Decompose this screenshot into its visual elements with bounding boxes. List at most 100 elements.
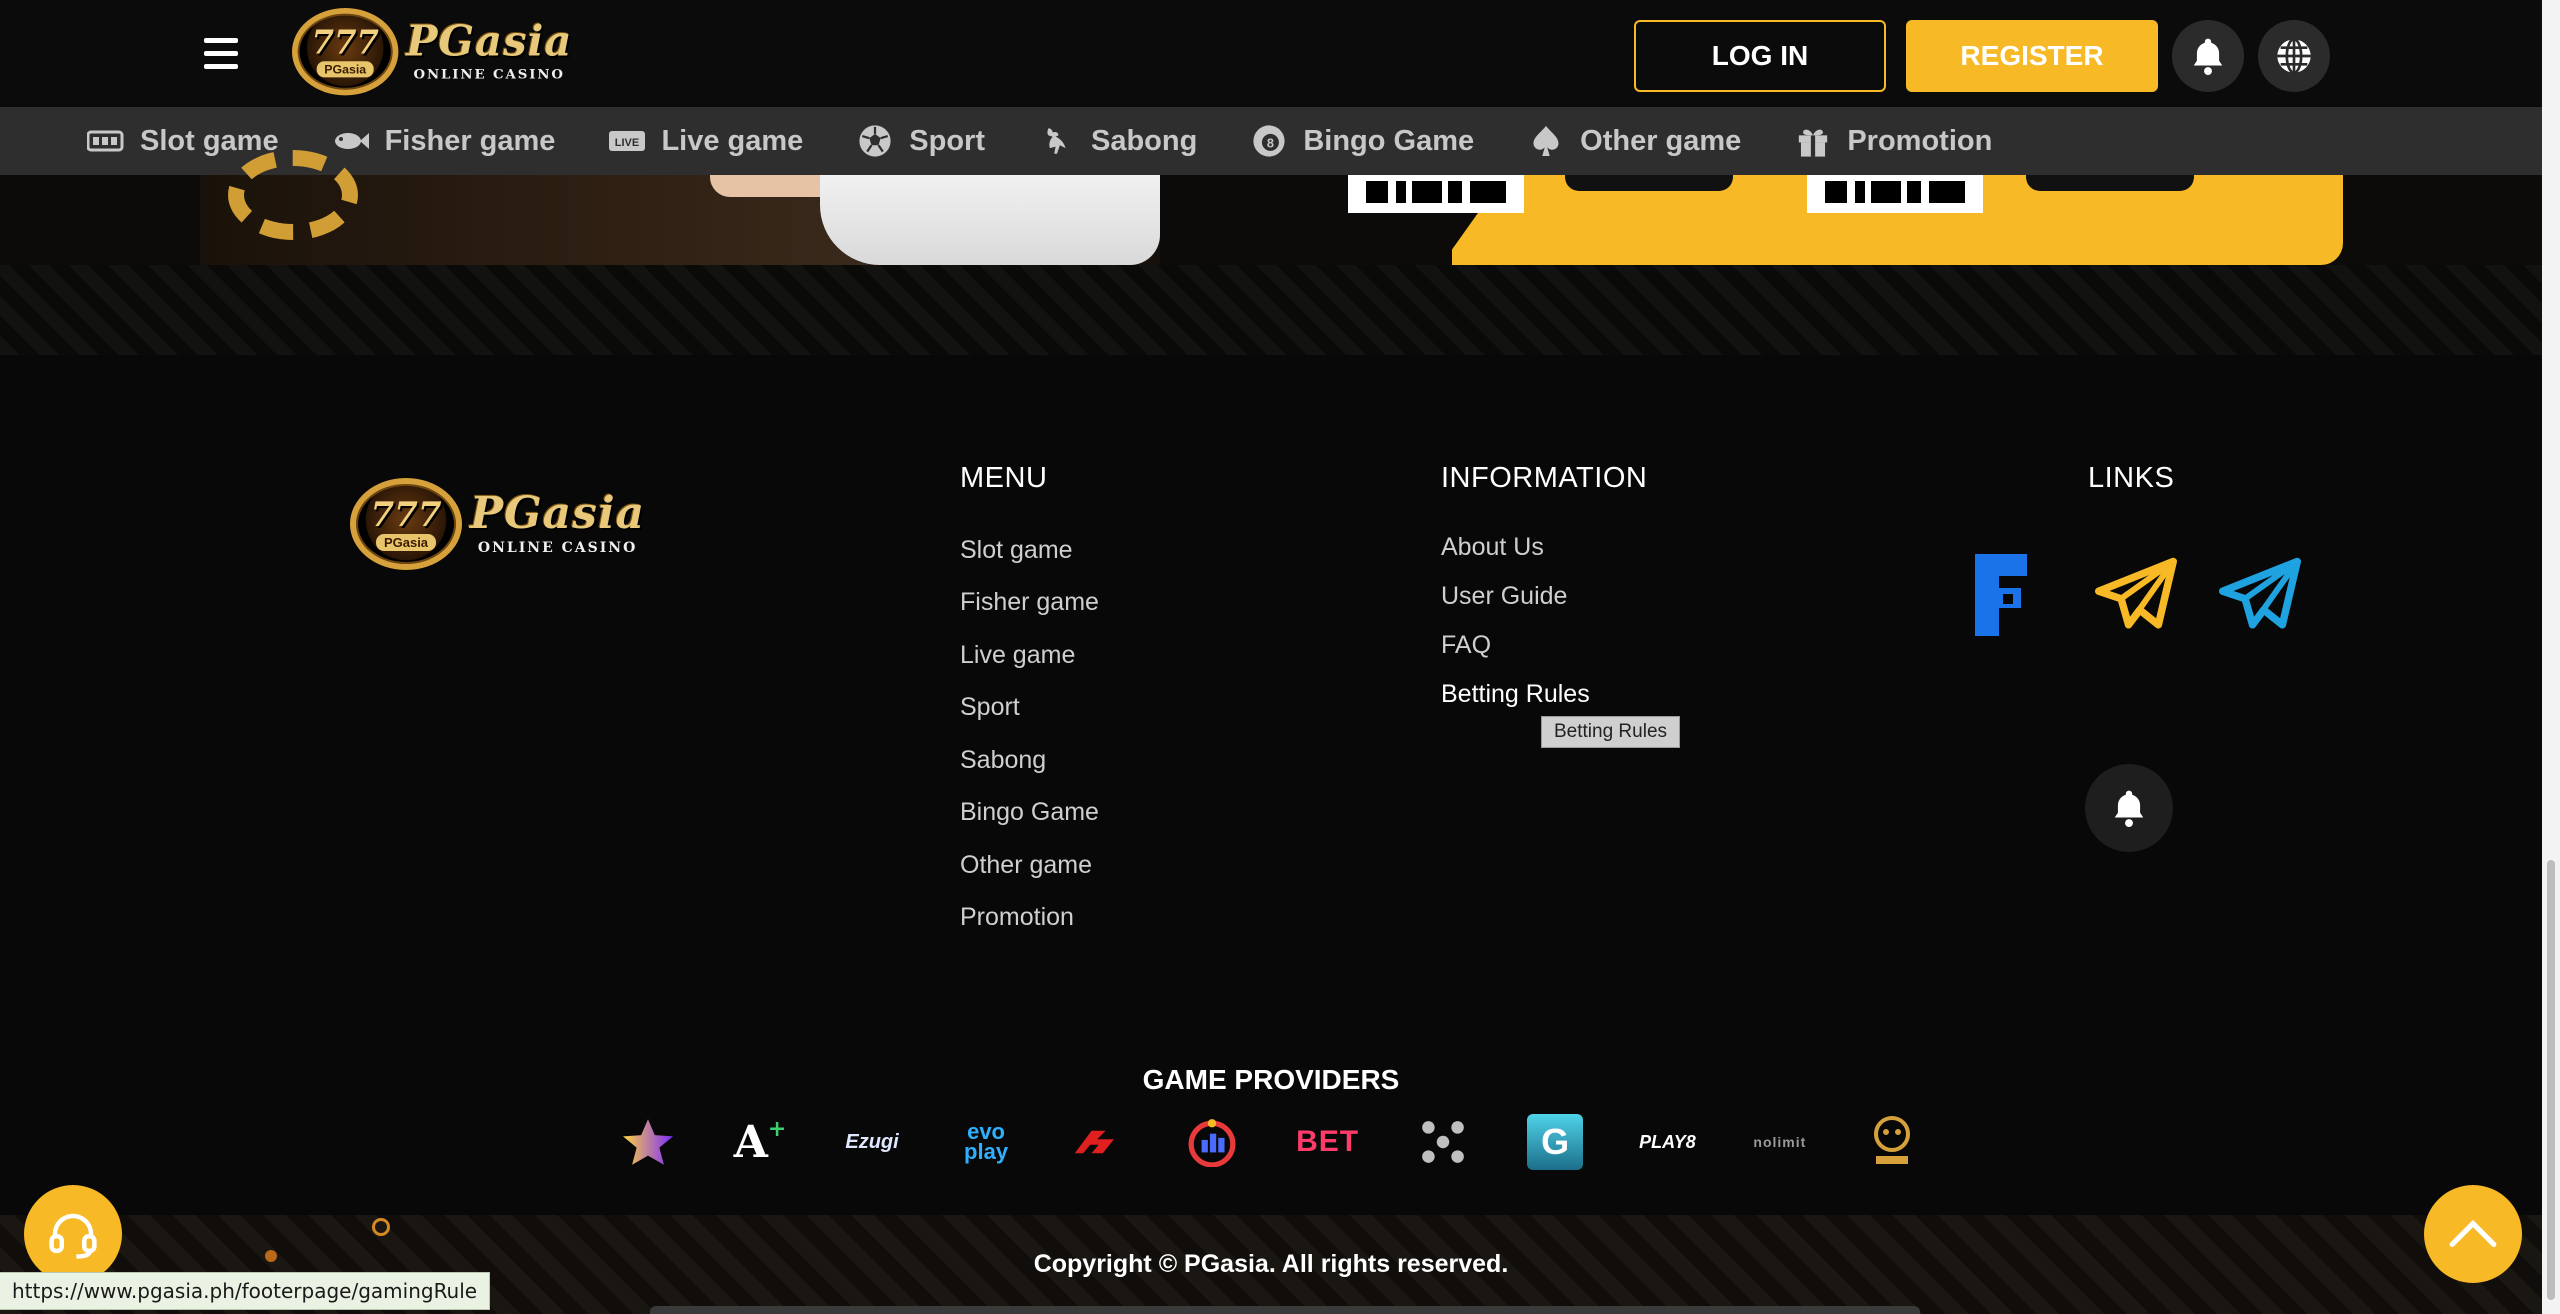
footer-link-fisher-game[interactable]: Fisher game bbox=[960, 588, 1099, 617]
globe-icon bbox=[2277, 38, 2311, 74]
betting-rules-tooltip: Betting Rules bbox=[1541, 716, 1681, 748]
rooster-icon bbox=[1037, 124, 1077, 158]
footer-link-live-game[interactable]: Live game bbox=[960, 641, 1075, 670]
nav-label: Bingo Game bbox=[1303, 124, 1475, 157]
footer-link-about-us[interactable]: About Us bbox=[1441, 533, 1544, 562]
footer-notification-button[interactable] bbox=[2085, 764, 2173, 852]
scrollbar-thumb[interactable] bbox=[2547, 860, 2555, 1300]
nav-item-live-game[interactable]: LIVE Live game bbox=[607, 124, 803, 158]
dots-logo[interactable] bbox=[1415, 1114, 1471, 1170]
a-plus-provider-logo[interactable]: A + bbox=[732, 1114, 788, 1170]
logo-badge: 777 PGasia bbox=[350, 478, 462, 570]
game-providers-list: A + Ezugi evo play BET G PLAY8 nolimit bbox=[620, 1112, 1920, 1172]
logo-badge-text: PGasia bbox=[316, 60, 374, 77]
bell-icon bbox=[2114, 790, 2144, 827]
svg-text:8: 8 bbox=[1267, 135, 1274, 150]
logo-badge: 777 PGasia bbox=[292, 8, 399, 96]
gift-icon bbox=[1793, 124, 1833, 158]
nav-item-fisher-game[interactable]: Fisher game bbox=[331, 124, 556, 158]
footer-link-betting-rules[interactable]: Betting Rules bbox=[1441, 680, 1590, 709]
scroll-to-top-button[interactable] bbox=[2424, 1185, 2522, 1283]
decorative-dot bbox=[372, 1218, 390, 1236]
language-globe-button[interactable] bbox=[2258, 20, 2330, 92]
nolimit-logo[interactable]: nolimit bbox=[1752, 1114, 1808, 1170]
live-icon: LIVE bbox=[607, 124, 647, 158]
logo-words: PGasia ONLINE CASINO bbox=[406, 21, 572, 82]
nav-label: Other game bbox=[1580, 124, 1742, 157]
footer-link-faq[interactable]: FAQ bbox=[1441, 631, 1491, 660]
spade-icon bbox=[1526, 124, 1566, 158]
nav-item-promotion[interactable]: Promotion bbox=[1793, 124, 1992, 158]
footer-link-promotion[interactable]: Promotion bbox=[960, 903, 1074, 932]
decorative-pattern bbox=[0, 265, 2542, 355]
footer-menu-title: MENU bbox=[960, 462, 1048, 494]
header-logo[interactable]: 777 PGasia PGasia ONLINE CASINO bbox=[292, 8, 572, 96]
play-store-button[interactable] bbox=[2026, 175, 2194, 191]
fb-games-logo[interactable] bbox=[1864, 1114, 1920, 1170]
logo-tagline: ONLINE CASINO bbox=[477, 540, 638, 556]
link-status-bar: https://www.pgasia.ph/footerpage/gamingR… bbox=[0, 1272, 491, 1310]
nav-item-bingo-game[interactable]: 8 Bingo Game bbox=[1249, 124, 1474, 158]
evoplay-logo[interactable]: evo play bbox=[956, 1114, 1016, 1170]
footer-logo[interactable]: 777 PGasia PGasia ONLINE CASINO bbox=[350, 478, 645, 570]
provider-text: A bbox=[733, 1116, 768, 1168]
logo-brand: PGasia bbox=[406, 17, 573, 66]
bottom-edge bbox=[650, 1306, 1920, 1314]
footer-link-user-guide[interactable]: User Guide bbox=[1441, 582, 1567, 611]
game-providers-title: GAME PROVIDERS bbox=[1142, 1064, 1400, 1095]
category-nav: Slot game Fisher game LIVE Live game Spo… bbox=[0, 107, 2542, 175]
qr-code-image bbox=[1807, 175, 1983, 213]
footer-links-title: LINKS bbox=[2088, 462, 2175, 494]
betconstruct-logo[interactable]: BET bbox=[1296, 1114, 1359, 1170]
social-link-telegram-yellow[interactable] bbox=[2090, 550, 2182, 640]
social-link-f[interactable] bbox=[1966, 550, 2036, 640]
footer-link-slot-game[interactable]: Slot game bbox=[960, 536, 1073, 565]
play8-logo[interactable]: PLAY8 bbox=[1639, 1114, 1696, 1170]
register-button[interactable]: REGISTER bbox=[1906, 20, 2158, 92]
soccer-ball-icon bbox=[855, 124, 895, 158]
logo-words: PGasia ONLINE CASINO bbox=[470, 488, 646, 557]
fish-icon bbox=[331, 124, 371, 158]
app-store-button[interactable] bbox=[1565, 175, 1733, 191]
bell-icon bbox=[2193, 38, 2223, 75]
nav-item-other-game[interactable]: Other game bbox=[1526, 124, 1741, 158]
headset-icon bbox=[49, 1213, 97, 1259]
telegram-outline-blue-icon bbox=[2219, 557, 2301, 629]
logo-brand: PGasia bbox=[470, 488, 646, 539]
f-logo-icon bbox=[1975, 554, 2027, 636]
casino-chip-image bbox=[228, 150, 358, 240]
slot-machine-icon bbox=[86, 124, 126, 158]
star-provider-logo[interactable] bbox=[620, 1114, 676, 1170]
ezugi-logo[interactable]: Ezugi bbox=[844, 1114, 900, 1170]
nav-label: Sport bbox=[909, 124, 985, 157]
nav-label: Fisher game bbox=[384, 124, 556, 157]
nav-label: Live game bbox=[661, 124, 804, 157]
footer-link-sabong[interactable]: Sabong bbox=[960, 746, 1046, 775]
footer-link-sport[interactable]: Sport bbox=[960, 693, 1020, 722]
logo-badge-text: PGasia bbox=[375, 533, 437, 551]
nav-item-slot-game[interactable]: Slot game bbox=[86, 124, 279, 158]
red-logo[interactable] bbox=[1072, 1114, 1128, 1170]
footer-link-other-game[interactable]: Other game bbox=[960, 851, 1092, 880]
nav-label: Slot game bbox=[140, 124, 279, 157]
customer-support-button[interactable] bbox=[24, 1185, 122, 1283]
hamburger-menu-icon[interactable] bbox=[198, 32, 246, 76]
social-link-telegram-blue[interactable] bbox=[2214, 550, 2306, 640]
jili-logo[interactable] bbox=[1184, 1114, 1240, 1170]
logo-badge-number: 777 bbox=[370, 494, 442, 535]
g-logo[interactable]: G bbox=[1527, 1114, 1584, 1170]
nav-item-sport[interactable]: Sport bbox=[855, 124, 985, 158]
notification-bell-button[interactable] bbox=[2172, 20, 2244, 92]
telegram-outline-yellow-icon bbox=[2095, 557, 2177, 629]
nav-label: Sabong bbox=[1091, 124, 1198, 157]
qr-code-image bbox=[1348, 175, 1524, 213]
footer-information-title: INFORMATION bbox=[1441, 462, 1648, 494]
login-button[interactable]: LOG IN bbox=[1634, 20, 1886, 92]
footer-link-bingo-game[interactable]: Bingo Game bbox=[960, 798, 1099, 827]
svg-text:LIVE: LIVE bbox=[615, 137, 639, 149]
banner-shirt-image bbox=[820, 175, 1160, 265]
nav-label: Promotion bbox=[1847, 124, 1993, 157]
logo-tagline: ONLINE CASINO bbox=[413, 66, 565, 83]
bingo-ball-icon: 8 bbox=[1249, 124, 1289, 158]
nav-item-sabong[interactable]: Sabong bbox=[1037, 124, 1197, 158]
